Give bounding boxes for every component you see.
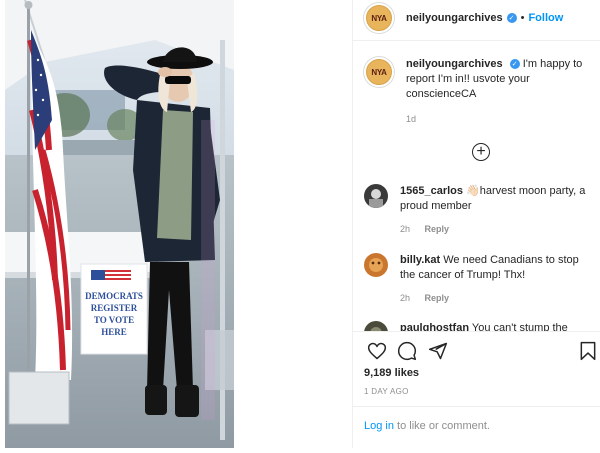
comment-clip: paulghostfan You can't stump the	[353, 318, 600, 331]
sign-line-4: HERE	[101, 327, 127, 337]
reply-button[interactable]: Reply	[425, 224, 450, 234]
load-more-comments-icon[interactable]: +	[472, 143, 490, 161]
post-timestamp: 1 DAY AGO	[364, 387, 409, 396]
comment-username[interactable]: billy.kat	[400, 254, 440, 266]
author-username[interactable]: neilyoungarchives	[406, 12, 503, 24]
post-header: NYA neilyoungarchives ✓ • Follow	[364, 3, 599, 33]
login-prompt-text: to like or comment.	[393, 420, 490, 432]
sign-line-3: TO VOTE	[94, 315, 134, 325]
nya-logo: NYA	[367, 60, 391, 84]
caption-age: 1d	[406, 114, 417, 124]
comment-text: You can't stump the	[471, 322, 568, 331]
caption-block: NYA neilyoungarchives ✓ I'm happy to rep…	[364, 57, 596, 127]
verified-badge-icon: ✓	[506, 13, 517, 23]
comment-item: billy.kat We need Canadians to stop the …	[364, 253, 596, 306]
comment-bubble-icon[interactable]	[397, 341, 417, 361]
comment-item: paulghostfan You can't stump the	[364, 321, 596, 331]
sign-line-1: DEMOCRATS	[85, 291, 143, 301]
comment-username[interactable]: paulghostfan	[400, 322, 469, 331]
commenter-avatar[interactable]	[364, 253, 388, 277]
comment-meta: 2h Reply	[400, 222, 596, 237]
caption-author-avatar[interactable]: NYA	[364, 57, 394, 87]
comment-age: 2h	[400, 293, 411, 303]
author-avatar[interactable]: NYA	[364, 3, 394, 33]
comment-meta: 2h Reply	[400, 291, 596, 306]
caption-meta: 1d	[406, 112, 596, 127]
actions-divider	[353, 331, 600, 332]
bookmark-icon[interactable]	[578, 341, 598, 361]
comment-username[interactable]: 1565_carlos	[400, 185, 463, 197]
caption-username[interactable]: neilyoungarchives	[406, 58, 503, 70]
commenter-avatar-image	[364, 321, 388, 331]
reply-button[interactable]: Reply	[425, 293, 450, 303]
post-photo-illustration: DEMOCRATS REGISTER TO VOTE HERE	[5, 0, 234, 448]
commenter-avatar-image	[364, 184, 388, 208]
login-link[interactable]: Log in	[364, 420, 394, 432]
verified-badge-icon: ✓	[509, 59, 520, 70]
paper-plane-icon[interactable]	[428, 341, 448, 361]
sign-line-2: REGISTER	[91, 303, 138, 313]
comment-body: paulghostfan You can't stump the	[400, 321, 568, 331]
nya-logo: NYA	[367, 6, 391, 30]
comment-age: 2h	[400, 224, 411, 234]
commenter-avatar[interactable]	[364, 184, 388, 208]
commenter-avatar[interactable]	[364, 321, 388, 331]
commenter-avatar-image	[364, 253, 388, 277]
caption-body: neilyoungarchives ✓ I'm happy to report …	[406, 57, 596, 127]
like-count[interactable]: 9,189 likes	[364, 367, 419, 379]
header-divider	[353, 40, 600, 41]
comment-item: 1565_carlos 👋🏻harvest moon party, a prou…	[364, 184, 596, 237]
heart-icon[interactable]	[367, 341, 387, 361]
login-prompt: Log in to like or comment.	[364, 420, 490, 432]
post-side-panel: NYA neilyoungarchives ✓ • Follow NYA nei…	[352, 0, 600, 448]
post-photo[interactable]: DEMOCRATS REGISTER TO VOTE HERE	[5, 0, 234, 448]
separator-dot: •	[520, 12, 525, 24]
action-bar	[364, 341, 596, 363]
follow-button[interactable]: Follow	[528, 12, 563, 24]
comment-body: 1565_carlos 👋🏻harvest moon party, a prou…	[400, 184, 596, 237]
comment-body: billy.kat We need Canadians to stop the …	[400, 253, 596, 306]
login-divider	[353, 406, 600, 407]
